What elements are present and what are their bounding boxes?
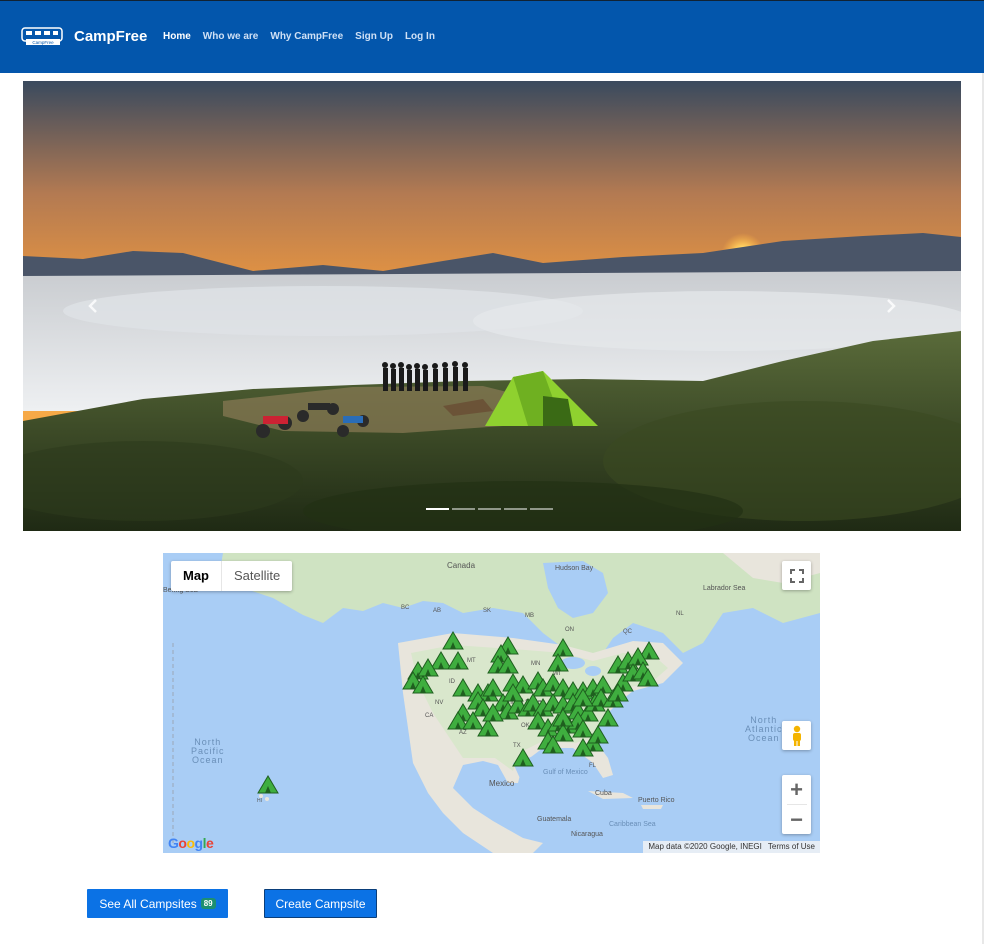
campsite-tent-icon[interactable] (597, 708, 619, 727)
carousel-slide-image (23, 81, 961, 531)
fullscreen-button[interactable] (782, 561, 811, 590)
campsite-tent-icon[interactable] (430, 651, 452, 670)
carousel-indicator[interactable] (530, 508, 553, 510)
see-all-label: See All Campsites (99, 896, 197, 911)
campsite-tent-icon[interactable] (547, 653, 569, 672)
carousel-indicators (426, 508, 553, 510)
nav-log-in[interactable]: Log In (405, 31, 435, 42)
map-attribution: Map data ©2020 Google, INEGI Terms of Us… (643, 841, 820, 853)
carousel-indicator[interactable] (478, 508, 501, 510)
carousel-indicator[interactable] (426, 508, 449, 510)
nav-home[interactable]: Home (163, 31, 191, 42)
zoom-in-button[interactable]: + (782, 775, 811, 804)
campsite-tent-icon[interactable] (512, 748, 534, 767)
campsite-tent-icon[interactable] (447, 651, 469, 670)
map-type-satellite-button[interactable]: Satellite (221, 561, 292, 591)
map-data-text: Map data ©2020 Google, INEGI (648, 842, 762, 851)
nav-links: Home Who we are Why CampFree Sign Up Log… (163, 31, 435, 42)
campsite-tent-icon[interactable] (452, 678, 474, 697)
chevron-right-icon (887, 299, 896, 313)
nav-why-campfree[interactable]: Why CampFree (270, 31, 343, 42)
carousel-indicator[interactable] (452, 508, 475, 510)
carousel-prev-button[interactable] (73, 286, 113, 326)
brand-name[interactable]: CampFree (74, 28, 147, 45)
zoom-out-button[interactable]: − (782, 805, 811, 834)
hero-carousel[interactable] (23, 81, 961, 531)
navbar: CampFree CampFree Home Who we are Why Ca… (0, 0, 984, 73)
campfree-logo-icon: CampFree (21, 27, 63, 45)
brand[interactable]: CampFree CampFree (20, 25, 147, 47)
nav-sign-up[interactable]: Sign Up (355, 31, 393, 42)
zoom-control: + − (782, 775, 811, 834)
carousel-indicator[interactable] (504, 508, 527, 510)
chevron-left-icon (88, 299, 97, 313)
campsite-tent-icon[interactable] (552, 638, 574, 657)
fullscreen-icon (789, 568, 804, 583)
create-campsite-button[interactable]: Create Campsite (264, 889, 377, 918)
nav-who-we-are[interactable]: Who we are (203, 31, 259, 42)
campsite-markers (257, 631, 660, 794)
map-type-map-button[interactable]: Map (171, 561, 221, 591)
google-logo[interactable]: Google (168, 835, 214, 851)
pegman-icon (792, 725, 801, 746)
map-type-control: Map Satellite (171, 561, 293, 591)
street-view-pegman-button[interactable] (782, 721, 811, 750)
see-all-campsites-button[interactable]: See All Campsites 89 (87, 889, 228, 918)
campsite-tent-icon[interactable] (257, 775, 279, 794)
campsite-tent-icon[interactable] (442, 631, 464, 650)
campsite-count-badge: 89 (200, 898, 216, 909)
terms-of-use-link[interactable]: Terms of Use (768, 842, 815, 852)
carousel-next-button[interactable] (871, 286, 911, 326)
campsite-map[interactable]: Canada Hudson Bay Labrador Sea Bering Se… (163, 553, 820, 853)
logo-text: CampFree (32, 40, 54, 45)
